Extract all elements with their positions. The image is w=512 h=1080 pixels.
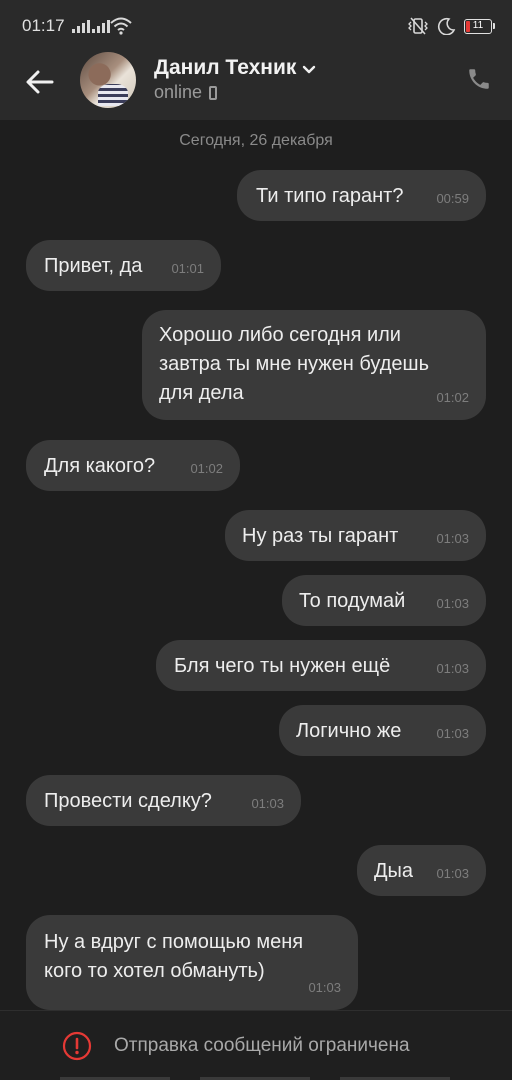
contact-status-row: online bbox=[154, 82, 218, 103]
message-bubble-incoming[interactable]: Ну а вдруг с помощью меня кого то хотел … bbox=[26, 915, 358, 1010]
message-bubble-incoming[interactable]: Провести сделку? 01:03 bbox=[26, 775, 301, 826]
contact-status: online bbox=[154, 82, 203, 102]
mobile-device-icon bbox=[209, 85, 218, 100]
message-text-line: Ну а вдруг с помощью меня bbox=[44, 931, 304, 953]
message-time: 01:03 bbox=[436, 866, 469, 881]
contact-avatar[interactable] bbox=[80, 52, 136, 108]
moon-icon bbox=[438, 17, 456, 35]
message-text-line: завтра ты мне нужен будешь bbox=[159, 353, 429, 375]
chevron-down-icon bbox=[303, 65, 316, 74]
message-text: Дыа bbox=[374, 860, 414, 882]
message-bubble-incoming[interactable]: Для какого? 01:02 bbox=[26, 440, 240, 491]
message-time: 01:02 bbox=[436, 390, 469, 405]
status-bar: 01:17 11 bbox=[0, 0, 512, 52]
message-bubble-outgoing[interactable]: Дыа 01:03 bbox=[357, 845, 486, 896]
message-text-line: Хорошо либо сегодня или bbox=[159, 324, 401, 346]
message-time: 01:03 bbox=[436, 661, 469, 676]
message-bubble-outgoing[interactable]: То подумай 01:03 bbox=[282, 575, 486, 626]
back-arrow-icon[interactable] bbox=[22, 64, 58, 100]
message-bubble-outgoing[interactable]: Ти типо гарант? 00:59 bbox=[237, 170, 486, 221]
battery-icon: 11 bbox=[464, 18, 495, 34]
vibrate-icon bbox=[408, 17, 428, 35]
date-separator: Сегодня, 26 декабря bbox=[179, 132, 333, 149]
message-time: 01:01 bbox=[171, 261, 204, 276]
phone-icon[interactable] bbox=[466, 66, 492, 92]
signal-icon bbox=[92, 20, 110, 33]
restricted-notice: Отправка сообщений ограничена bbox=[114, 1035, 410, 1056]
message-bubble-incoming[interactable]: Привет, да 01:01 bbox=[26, 240, 221, 291]
contact-name: Данил Техник bbox=[154, 56, 297, 79]
contact-name-row[interactable]: Данил Техник bbox=[154, 56, 316, 80]
wifi-icon bbox=[110, 17, 132, 35]
message-bubble-outgoing[interactable]: Бля чего ты нужен ещё 01:03 bbox=[156, 640, 486, 691]
message-restricted-bar: Отправка сообщений ограничена bbox=[0, 1010, 512, 1080]
message-list[interactable]: Сегодня, 26 декабря Ти типо гарант? 00:5… bbox=[0, 120, 512, 1010]
message-bubble-outgoing[interactable]: Логично же 01:03 bbox=[279, 705, 486, 756]
battery-level: 11 bbox=[472, 19, 484, 31]
message-time: 01:03 bbox=[436, 726, 469, 741]
message-time: 01:03 bbox=[251, 796, 284, 811]
message-bubble-outgoing[interactable]: Ну раз ты гарант 01:03 bbox=[225, 510, 486, 561]
chat-header: Данил Техник online bbox=[0, 52, 512, 120]
message-time: 01:03 bbox=[436, 596, 469, 611]
message-time: 00:59 bbox=[436, 191, 469, 206]
signal-icon bbox=[72, 20, 90, 33]
warning-icon bbox=[62, 1031, 92, 1061]
message-time: 01:03 bbox=[436, 531, 469, 546]
message-time: 01:03 bbox=[308, 980, 341, 995]
message-bubble-outgoing[interactable]: Хорошо либо сегодня или завтра ты мне ну… bbox=[142, 310, 486, 420]
message-time: 01:02 bbox=[190, 461, 223, 476]
status-time: 01:17 bbox=[22, 16, 65, 35]
